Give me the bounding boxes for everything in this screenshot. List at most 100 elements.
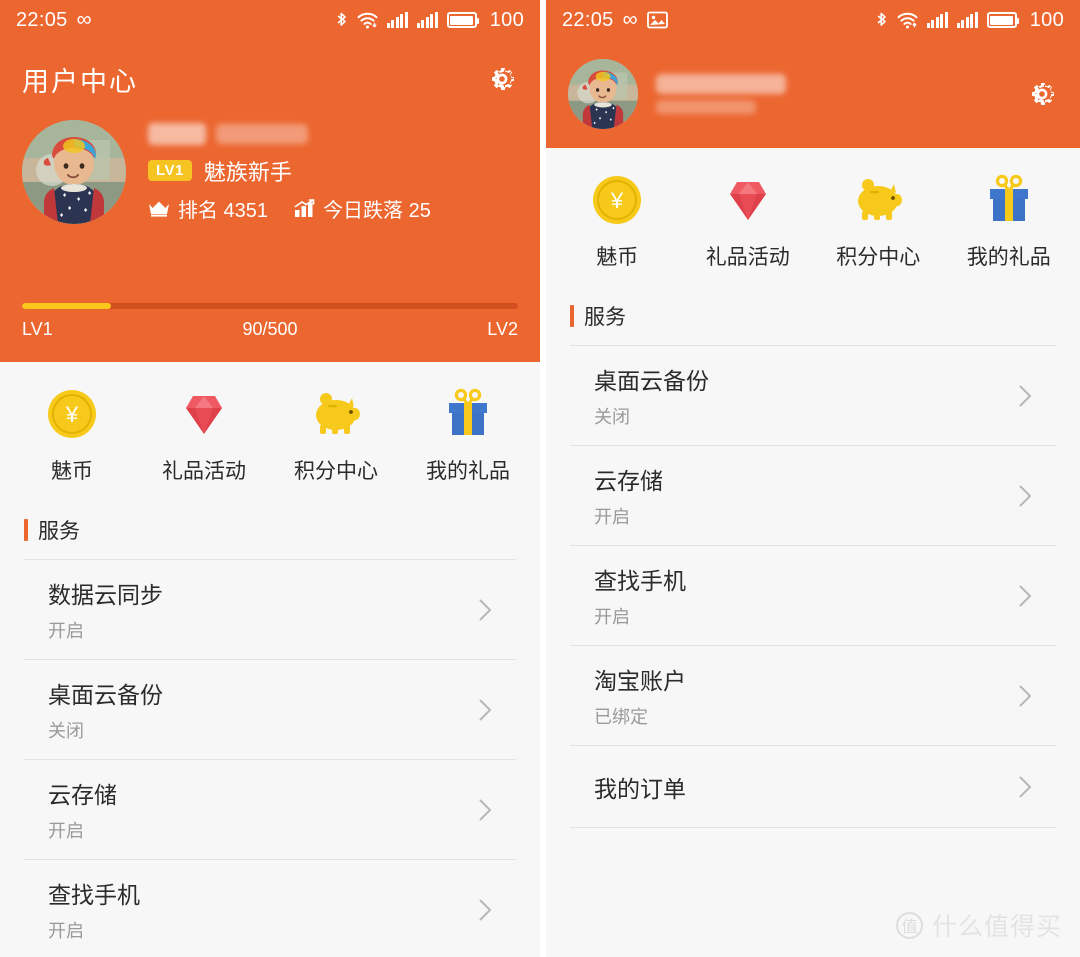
battery-icon (986, 12, 1019, 28)
right-phone-screen: 22:05 ∞ 100 ¥ 魅币 礼品活动 积分中心 我的礼品 服务 桌面云备份… (546, 0, 1080, 957)
progress-track (22, 303, 518, 309)
list-item[interactable]: 桌面云备份 关闭 (24, 659, 516, 759)
piggy-bank-icon (850, 172, 906, 228)
list-item[interactable]: 云存储 开启 (570, 445, 1056, 545)
signal-bars-icon (386, 12, 408, 28)
quick-action-label: 我的礼品 (966, 246, 1051, 269)
chevron-right-icon (1019, 485, 1032, 507)
quick-action-coin[interactable]: ¥ 魅币 (552, 172, 683, 271)
list-item-title: 云存储 (48, 782, 117, 808)
gear-icon[interactable] (486, 63, 518, 95)
list-item[interactable]: 淘宝账户 已绑定 (570, 645, 1056, 745)
watermark-logo: 值 (895, 911, 923, 939)
chevron-right-icon (1019, 685, 1032, 707)
quick-action-points[interactable]: 积分中心 (270, 386, 402, 485)
list-item-title: 桌面云备份 (48, 682, 163, 708)
status-bar-left: 22:05 ∞ 100 (0, 0, 540, 40)
battery-level: 100 (1029, 8, 1064, 31)
quick-action-label: 礼品活动 (705, 246, 790, 269)
list-item[interactable]: 云存储 开启 (24, 759, 516, 859)
status-bar-right-group: 100 (335, 9, 524, 32)
list-item-title: 淘宝账户 (594, 668, 686, 694)
list-item-subtitle: 开启 (48, 821, 84, 841)
chevron-right-icon (1019, 385, 1032, 407)
list-item[interactable]: 我的订单 (570, 745, 1056, 827)
list-item[interactable]: 查找手机 开启 (24, 859, 516, 957)
quick-action-label: 积分中心 (836, 246, 921, 269)
gift-box-icon (440, 386, 496, 442)
list-item-subtitle: 开启 (594, 507, 630, 527)
quick-action-label: 魅币 (51, 460, 93, 483)
list-item-title: 桌面云备份 (594, 368, 709, 394)
section-accent-bar (24, 519, 28, 541)
bar-chart-icon (294, 198, 315, 218)
gear-icon[interactable] (1026, 78, 1058, 110)
watermark: 值 什么值得买 (895, 907, 1062, 943)
svg-text:¥: ¥ (610, 188, 624, 213)
services-list-left: 数据云同步 开启 桌面云备份 关闭 云存储 开启 查找手机 开启 (0, 559, 540, 957)
wifi-icon (897, 12, 918, 29)
page-title: 用户中心 (22, 66, 138, 97)
section-header-services: 服务 (546, 289, 1080, 345)
level-row: LV1 魅族新手 (148, 155, 431, 187)
user-center-header-compact (546, 40, 1080, 148)
avatar[interactable] (568, 59, 638, 129)
diamond-icon (176, 386, 232, 442)
list-item-subtitle: 已绑定 (594, 707, 648, 727)
list-item[interactable]: 查找手机 开启 (570, 545, 1056, 645)
quick-action-points[interactable]: 积分中心 (813, 172, 944, 271)
svg-text:¥: ¥ (65, 402, 79, 427)
blur-chip (148, 122, 206, 145)
progress-fill (22, 303, 112, 309)
progress-value: 90/500 (242, 319, 298, 339)
quick-action-coin[interactable]: ¥ 魅币 (6, 386, 138, 485)
piggy-bank-icon (308, 386, 364, 442)
diamond-icon (720, 172, 776, 228)
avatar[interactable] (22, 120, 126, 224)
quick-action-gift-event[interactable]: 礼品活动 (138, 386, 270, 485)
username-blurred (148, 122, 431, 146)
list-item-text: 桌面云备份 关闭 (48, 676, 163, 743)
crown-icon (148, 200, 170, 217)
services-list-right: 桌面云备份 关闭 云存储 开启 查找手机 开启 淘宝账户 已绑定 我的订单 (546, 345, 1080, 827)
username-blurred (656, 74, 786, 114)
watermark-text: 什么值得买 (931, 913, 1062, 941)
list-item[interactable]: 桌面云备份 关闭 (570, 345, 1056, 445)
progress-level-to: LV2 (487, 319, 518, 339)
signal-bars-icon (956, 12, 978, 28)
rank-stat: 排名 4351 (148, 194, 268, 223)
list-item-subtitle: 关闭 (48, 721, 84, 741)
image-icon (646, 11, 668, 29)
screenshot-stage: 22:05 ∞ 100 用户中心 LV1 魅族新手 排名 4351 今日跌落 2… (0, 0, 1080, 957)
quick-actions-row: ¥ 魅币 礼品活动 积分中心 我的礼品 (0, 362, 540, 503)
infinity-icon: ∞ (76, 7, 92, 31)
list-item-text: 我的订单 (594, 770, 686, 804)
section-title: 服务 (584, 306, 626, 329)
quick-action-my-gifts[interactable]: 我的礼品 (402, 386, 534, 485)
list-item-text: 淘宝账户 已绑定 (594, 662, 686, 729)
chevron-right-icon (479, 799, 492, 821)
list-item[interactable]: 数据云同步 开启 (24, 559, 516, 659)
user-meta: LV1 魅族新手 排名 4351 今日跌落 25 (148, 122, 431, 223)
list-end-divider (570, 827, 1056, 828)
user-info-row[interactable]: LV1 魅族新手 排名 4351 今日跌落 25 (22, 112, 518, 224)
trend-label: 今日跌落 25 (323, 199, 431, 222)
chevron-right-icon (479, 599, 492, 621)
chevron-right-icon (479, 899, 492, 921)
quick-action-label: 我的礼品 (426, 460, 510, 483)
list-item-title: 数据云同步 (48, 582, 163, 608)
battery-icon (446, 12, 479, 28)
trend-stat: 今日跌落 25 (294, 194, 431, 223)
status-time: 22:05 (16, 8, 68, 31)
list-item-text: 数据云同步 开启 (48, 576, 163, 643)
progress-labels: LV1 90/500 LV2 (22, 319, 518, 340)
list-item-subtitle: 开启 (594, 607, 630, 627)
bluetooth-icon (335, 11, 348, 30)
quick-action-my-gifts[interactable]: 我的礼品 (944, 172, 1075, 271)
user-info-row[interactable] (568, 40, 1058, 148)
list-item-text: 云存储 开启 (594, 462, 663, 529)
chevron-right-icon (1019, 585, 1032, 607)
quick-action-gift-event[interactable]: 礼品活动 (683, 172, 814, 271)
list-item-title: 查找手机 (594, 568, 686, 594)
list-item-subtitle: 开启 (48, 921, 84, 941)
